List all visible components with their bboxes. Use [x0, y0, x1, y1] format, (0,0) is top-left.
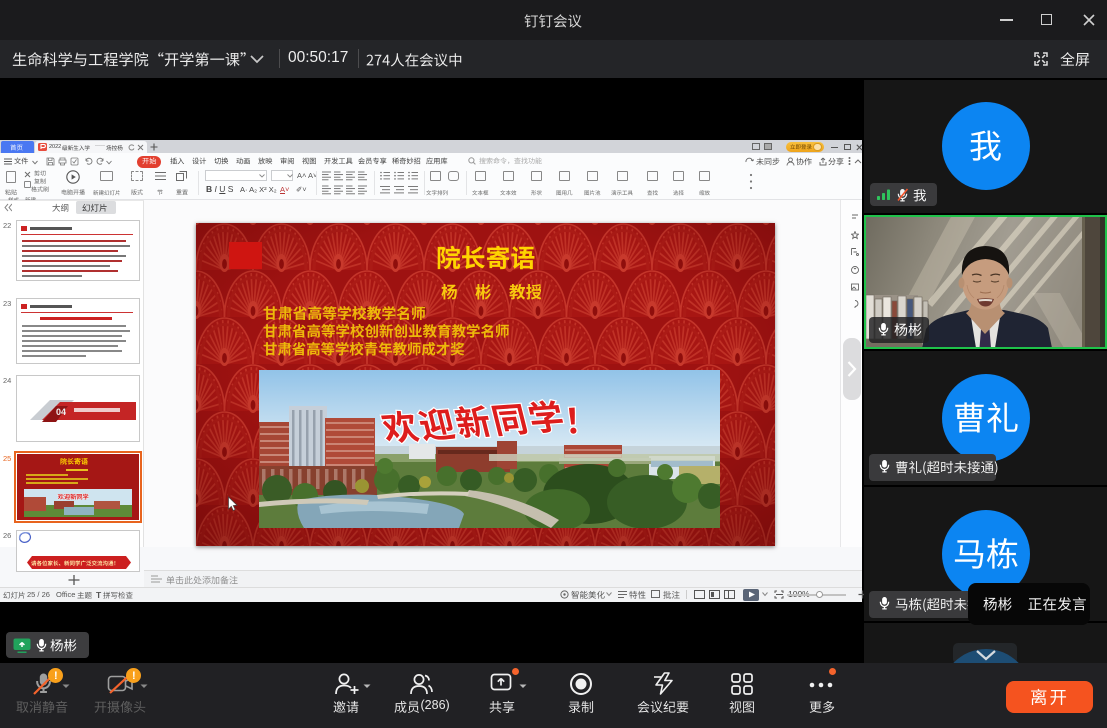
svg-text:04: 04: [56, 407, 66, 417]
